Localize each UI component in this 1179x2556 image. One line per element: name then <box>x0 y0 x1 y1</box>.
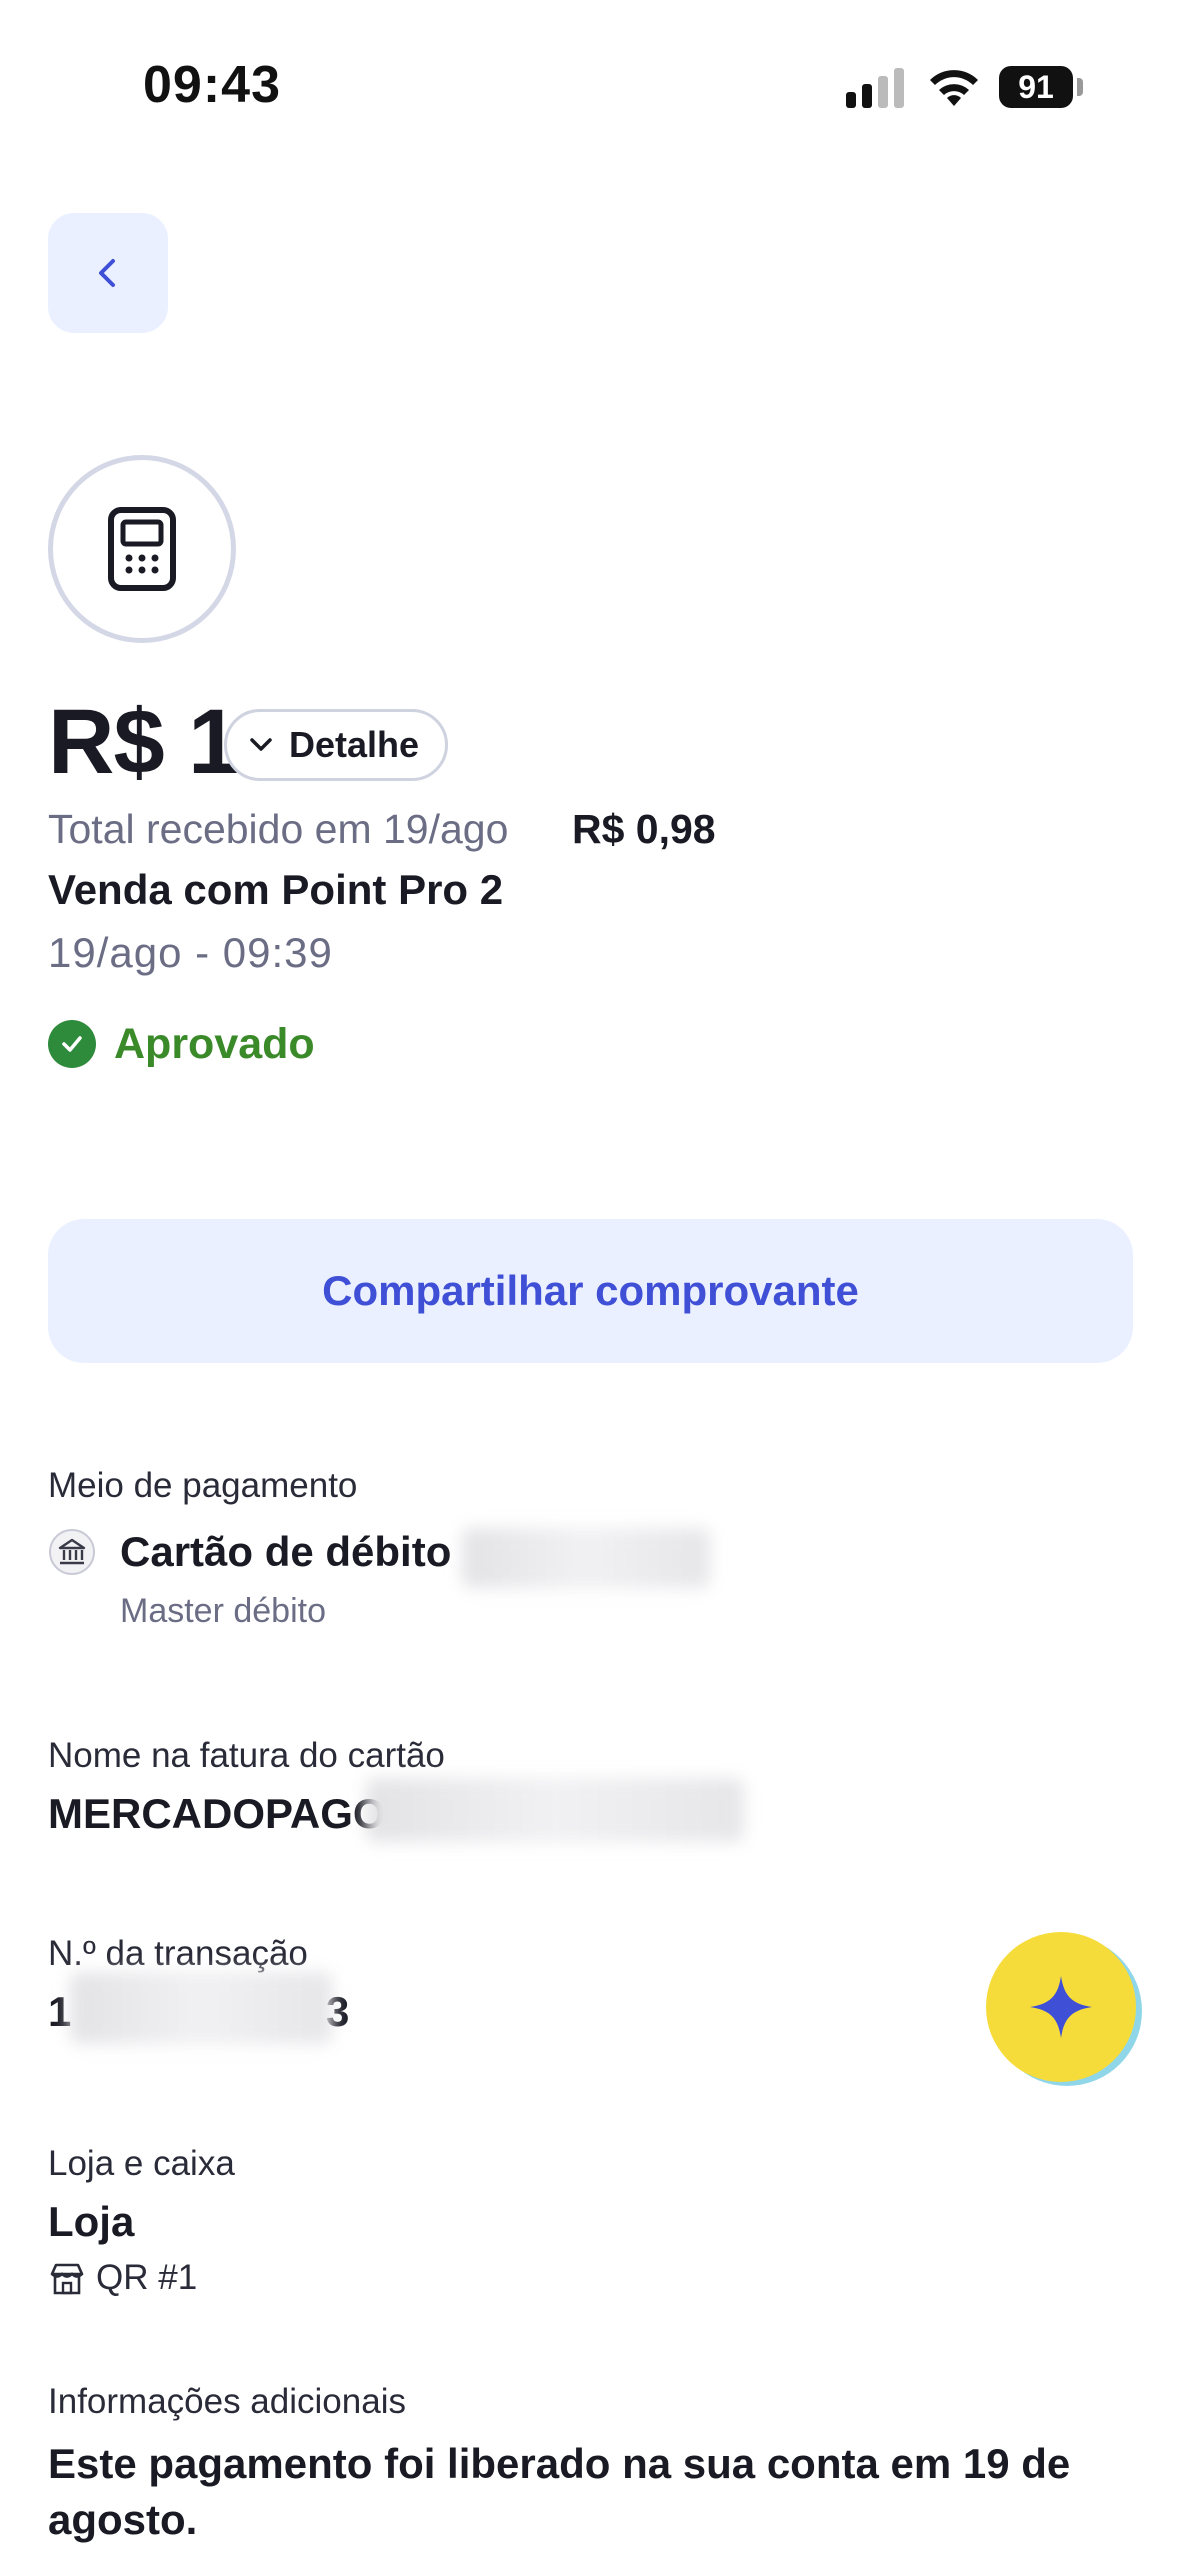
card-terminal-icon <box>108 507 176 591</box>
battery-level: 91 <box>999 66 1073 108</box>
transaction-number-label: N.º da transação <box>48 1934 308 1973</box>
share-receipt-label: Compartilhar comprovante <box>322 1267 859 1314</box>
assistant-button[interactable] <box>986 1932 1136 2082</box>
check-circle-icon <box>48 1020 96 1068</box>
detail-button[interactable]: Detalhe <box>224 709 449 781</box>
store-value: Loja <box>48 2198 135 2245</box>
battery-icon: 91 <box>999 66 1085 108</box>
chevron-down-icon <box>250 738 272 751</box>
store-label: Loja e caixa <box>48 2144 235 2183</box>
invoice-name-value: MERCADOPAGO <box>48 1790 386 1837</box>
sale-title: Venda com Point Pro 2 <box>48 866 504 913</box>
store-register: QR #1 <box>96 2258 198 2297</box>
received-label: Total recebido em 19/ago <box>48 806 509 852</box>
invoice-name-redacted <box>366 1778 744 1842</box>
received-value: R$ 0,98 <box>572 806 716 852</box>
wifi-icon <box>930 70 978 106</box>
cellular-signal-icon <box>846 68 904 108</box>
status-time: 09:43 <box>143 56 281 114</box>
additional-info-text: Este pagamento foi liberado na sua conta… <box>48 2440 1071 2543</box>
bank-icon <box>48 1528 96 1576</box>
device-avatar <box>48 455 236 643</box>
payment-method-value: Cartão de débito <box>120 1528 452 1575</box>
status-badge: Aprovado <box>114 1020 315 1068</box>
transaction-number-prefix: 1 <box>48 1988 72 2035</box>
chevron-left-icon <box>99 259 115 287</box>
invoice-name-label: Nome na fatura do cartão <box>48 1736 445 1775</box>
back-button[interactable] <box>48 213 168 333</box>
payment-method-label: Meio de pagamento <box>48 1466 358 1505</box>
sale-datetime: 19/ago - 09:39 <box>48 929 333 976</box>
card-number-redacted <box>462 1528 710 1588</box>
share-receipt-button[interactable]: Compartilhar comprovante <box>48 1219 1133 1363</box>
transaction-amount: R$ 1 <box>48 691 239 793</box>
payment-method-sub: Master débito <box>120 1592 326 1630</box>
sparkle-icon <box>1030 1976 1092 2038</box>
detail-label: Detalhe <box>289 724 420 765</box>
transaction-number-redacted <box>70 1972 332 2044</box>
store-icon <box>48 2260 86 2298</box>
additional-info-label: Informações adicionais <box>48 2382 406 2421</box>
